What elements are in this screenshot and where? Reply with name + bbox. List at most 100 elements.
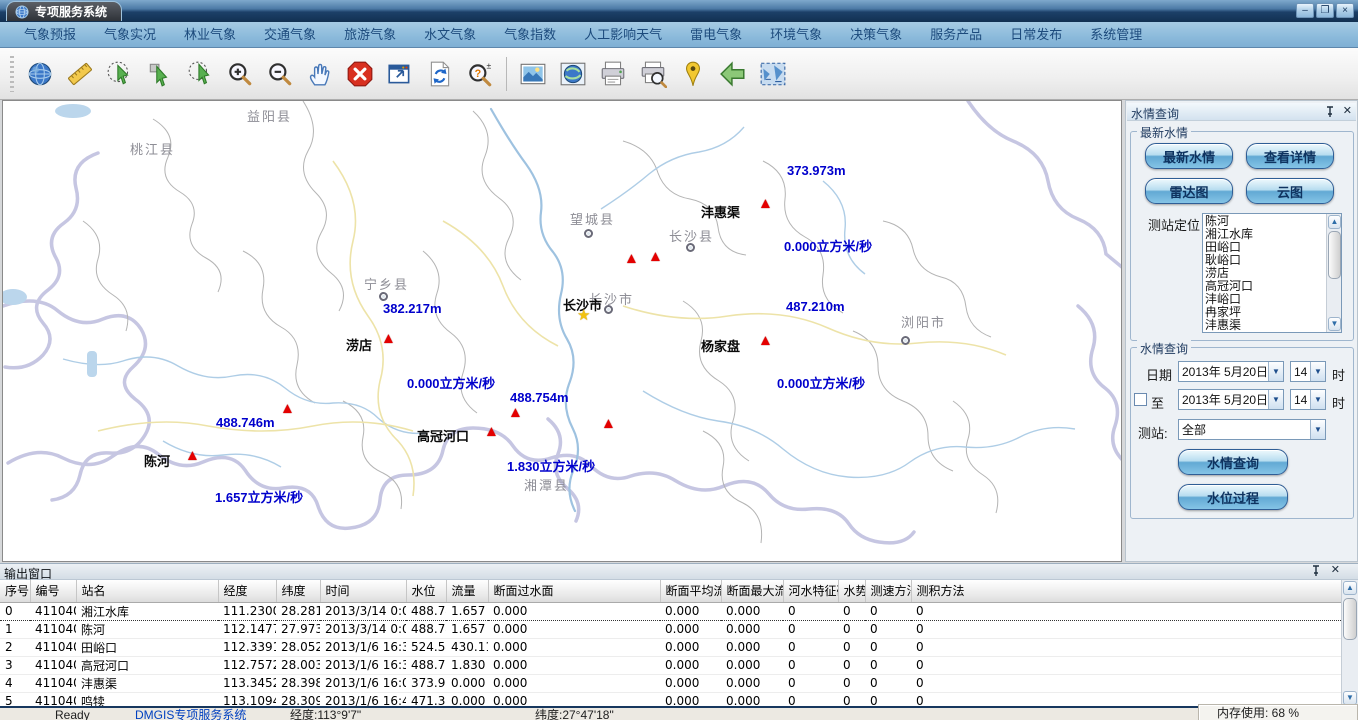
radar-chart-button[interactable]: 雷达图 [1145, 178, 1233, 204]
table-row[interactable]: 341104010高冠河口112.75722228.0033332013/1/6… [0, 656, 1341, 674]
station-list-item[interactable]: 沣惠渠 [1205, 319, 1325, 332]
station-select[interactable]: 全部▼ [1178, 419, 1326, 440]
menu-item[interactable]: 服务产品 [916, 22, 996, 47]
station-list-scrollbar[interactable]: ▲ ▼ [1326, 214, 1341, 332]
select-by-circle-icon[interactable] [100, 54, 140, 94]
menu-item[interactable]: 林业气象 [170, 22, 250, 47]
menu-item[interactable]: 决策气象 [836, 22, 916, 47]
column-header[interactable]: 序号 [0, 580, 30, 602]
panel-close-icon[interactable]: ✕ [1343, 106, 1352, 118]
menu-item[interactable]: 气象预报 [10, 22, 90, 47]
hour-picker[interactable]: 14▼ [1290, 361, 1326, 382]
scroll-thumb[interactable] [1328, 231, 1341, 279]
output-close-icon[interactable]: ✕ [1331, 565, 1340, 577]
column-header[interactable]: 河水特征码 [783, 580, 838, 602]
station-triangle-marker[interactable]: ▲ [280, 402, 295, 416]
menu-item[interactable]: 水文气象 [410, 22, 490, 47]
date-picker[interactable]: 2013年 5月20日▼ [1178, 361, 1284, 382]
column-header[interactable]: 流量 [446, 580, 488, 602]
station-triangle-marker[interactable]: ▲ [484, 425, 499, 439]
station-triangle-marker[interactable]: ▲ [648, 250, 663, 264]
station-triangle-marker[interactable]: ▲ [185, 449, 200, 463]
station-triangle-marker[interactable]: ▲ [758, 334, 773, 348]
view-details-button[interactable]: 查看详情 [1246, 143, 1334, 169]
refresh-page-icon[interactable] [420, 54, 460, 94]
water-query-button[interactable]: 水情查询 [1178, 449, 1288, 475]
column-header[interactable]: 断面最大流 [721, 580, 783, 602]
scroll-up-icon[interactable]: ▲ [1328, 215, 1341, 229]
column-header[interactable]: 经度 [218, 580, 276, 602]
select-feature-icon[interactable] [140, 54, 180, 94]
dropdown-arrow-icon[interactable]: ▼ [1268, 390, 1283, 409]
placemark-pin-icon[interactable] [673, 54, 713, 94]
menu-item[interactable]: 日常发布 [996, 22, 1076, 47]
table-row[interactable]: 441104017沣惠渠113.34527828.3986112013/1/6 … [0, 674, 1341, 692]
column-header[interactable]: 站名 [76, 580, 218, 602]
pan-hand-icon[interactable] [300, 54, 340, 94]
station-triangle-marker[interactable]: ▲ [758, 197, 773, 211]
maximize-button[interactable]: ❐ [1316, 3, 1334, 18]
pin-icon[interactable] [1325, 106, 1335, 118]
column-header[interactable]: 断面平均流 [660, 580, 721, 602]
dropdown-arrow-icon[interactable]: ▼ [1310, 390, 1325, 409]
station-triangle-marker[interactable]: ▲ [601, 417, 616, 431]
table-row[interactable]: 141104002陈河112.14777827.9736112013/3/14 … [0, 620, 1341, 638]
menu-item[interactable]: 气象指数 [490, 22, 570, 47]
menu-item[interactable]: 雷电气象 [676, 22, 756, 47]
table-row[interactable]: 541104022鸣犊113.10944428.3091672013/1/6 1… [0, 692, 1341, 706]
end-date-picker[interactable]: 2013年 5月20日▼ [1178, 389, 1284, 410]
menu-item[interactable]: 系统管理 [1076, 22, 1156, 47]
water-level-process-button[interactable]: 水位过程 [1178, 484, 1288, 510]
measure-ruler-icon[interactable] [60, 54, 100, 94]
menu-item[interactable]: 交通气象 [250, 22, 330, 47]
column-header[interactable]: 编号 [30, 580, 76, 602]
station-triangle-marker[interactable]: ▲ [381, 332, 396, 346]
column-header[interactable]: 断面过水面 [488, 580, 660, 602]
end-hour-picker[interactable]: 14▼ [1290, 389, 1326, 410]
dropdown-arrow-icon[interactable]: ▼ [1310, 362, 1325, 381]
to-date-checkbox[interactable] [1134, 393, 1147, 406]
print-icon[interactable] [593, 54, 633, 94]
table-scrollbar[interactable]: ▲ ▼ [1341, 580, 1358, 706]
globe-extent-icon[interactable] [20, 54, 60, 94]
menu-item[interactable]: 气象实况 [90, 22, 170, 47]
world-image-icon[interactable] [553, 54, 593, 94]
table-row[interactable]: 241104004田峪口112.33916728.0522222013/1/6 … [0, 638, 1341, 656]
select-by-polygon-icon[interactable] [180, 54, 220, 94]
column-header[interactable]: 测积方法 [911, 580, 1341, 602]
station-triangle-marker[interactable]: ▲ [624, 252, 639, 266]
scroll-down-icon[interactable]: ▼ [1328, 317, 1341, 331]
scroll-down-icon[interactable]: ▼ [1343, 691, 1357, 705]
column-header[interactable]: 时间 [320, 580, 406, 602]
column-header[interactable]: 纬度 [276, 580, 320, 602]
close-button[interactable]: × [1336, 3, 1354, 18]
station-triangle-marker[interactable]: ▲ [508, 406, 523, 420]
column-header[interactable]: 水势 [838, 580, 865, 602]
export-image-icon[interactable] [513, 54, 553, 94]
toolbar-grip[interactable] [10, 56, 14, 92]
scroll-up-icon[interactable]: ▲ [1343, 581, 1357, 595]
back-arrow-icon[interactable] [713, 54, 753, 94]
map-canvas[interactable]: 益阳县桃江县宁乡县望城县长沙县长沙市浏阳市湘潭县 沣惠渠涝店杨家盘长沙市高冠河口… [2, 100, 1122, 562]
pin-icon[interactable] [1311, 565, 1321, 577]
menu-item[interactable]: 旅游气象 [330, 22, 410, 47]
column-header[interactable]: 水位 [406, 580, 446, 602]
menu-item[interactable]: 环境气象 [756, 22, 836, 47]
identify-help-icon[interactable]: ? ± [460, 54, 500, 94]
print-preview-icon[interactable] [633, 54, 673, 94]
new-window-icon[interactable] [380, 54, 420, 94]
cloud-image-button[interactable]: 云图 [1246, 178, 1334, 204]
station-listbox[interactable]: 陈河湘江水库田峪口耿峪口涝店高冠河口沣峪口冉家坪沣惠渠 ▲ ▼ [1202, 213, 1342, 333]
map-overview-icon[interactable] [753, 54, 793, 94]
table-row[interactable]: 041104002湘江水库111.23000028.2811112013/3/1… [0, 602, 1341, 620]
dropdown-arrow-icon[interactable]: ▼ [1310, 420, 1325, 439]
zoom-in-icon[interactable] [220, 54, 260, 94]
column-header[interactable]: 测速方法 [865, 580, 911, 602]
clear-stop-icon[interactable] [340, 54, 380, 94]
menu-item[interactable]: 人工影响天气 [570, 22, 676, 47]
latest-water-button[interactable]: 最新水情 [1145, 143, 1233, 169]
dropdown-arrow-icon[interactable]: ▼ [1268, 362, 1283, 381]
zoom-out-icon[interactable] [260, 54, 300, 94]
minimize-button[interactable]: – [1296, 3, 1314, 18]
scroll-thumb[interactable] [1343, 598, 1357, 640]
